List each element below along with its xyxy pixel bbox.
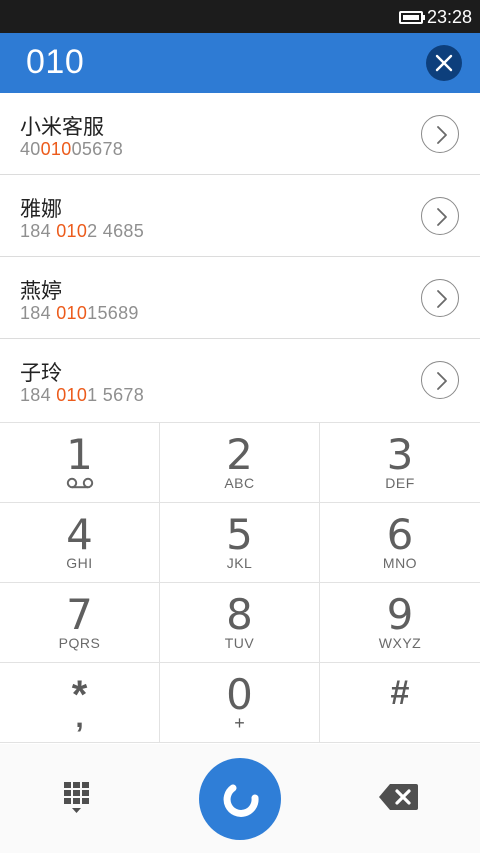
key-letters: + xyxy=(234,713,245,733)
number-match-highlight: 010 xyxy=(56,385,88,405)
call-button[interactable] xyxy=(199,758,281,840)
key-digit: 1 xyxy=(66,430,93,479)
number-suffix: 2 4685 xyxy=(87,221,145,241)
key-letters: , xyxy=(75,701,84,734)
key-digit: 0 xyxy=(226,670,253,719)
contact-number: 184 0102 4685 xyxy=(20,221,144,242)
number-prefix: 40 xyxy=(20,139,41,159)
phone-icon xyxy=(223,784,259,817)
chevron-right-icon xyxy=(437,372,447,390)
number-prefix: 184 xyxy=(20,385,57,405)
key-9[interactable]: 9 WXYZ xyxy=(320,583,480,663)
number-suffix: 05678 xyxy=(71,139,124,159)
status-bar-right: 23:28 xyxy=(398,6,472,28)
number-prefix: 184 xyxy=(20,303,57,323)
number-suffix: 15689 xyxy=(87,303,139,323)
battery-icon xyxy=(398,10,425,24)
contact-row[interactable]: 燕婷 184 01015689 xyxy=(0,257,480,339)
key-digit: 4 xyxy=(66,510,93,559)
dialer-header: 010 xyxy=(0,33,480,93)
dialed-number[interactable]: 010 xyxy=(26,43,84,82)
key-letters: PQRS xyxy=(58,635,101,651)
key-star[interactable]: * , xyxy=(0,663,160,743)
key-2[interactable]: 2 ABC xyxy=(160,423,320,503)
status-time: 23:28 xyxy=(426,6,472,27)
key-letters: TUV xyxy=(224,635,255,651)
contact-name: 子玲 xyxy=(20,361,62,385)
clear-button[interactable] xyxy=(426,45,462,81)
key-digit: 2 xyxy=(226,430,253,479)
status-bar: 23:28 xyxy=(0,0,480,33)
contact-name: 雅娜 xyxy=(20,197,62,221)
key-7[interactable]: 7 PQRS xyxy=(0,583,160,663)
contact-detail-button[interactable] xyxy=(421,197,459,235)
key-digit: 6 xyxy=(386,510,414,559)
key-letters: ABC xyxy=(224,475,255,491)
chevron-right-icon xyxy=(437,290,447,308)
delete-button[interactable] xyxy=(378,782,420,812)
contact-number: 184 0101 5678 xyxy=(20,385,144,406)
dialer-action-bar xyxy=(0,744,480,853)
contact-detail-button[interactable] xyxy=(421,279,459,317)
key-6[interactable]: 6 MNO xyxy=(320,503,480,583)
key-0[interactable]: 0 + xyxy=(160,663,320,743)
key-letters: MNO xyxy=(382,555,418,571)
dial-keypad: 1 2 ABC 3 DEF 4 GHI 5 JKL 6 MNO 7 PQRS 8… xyxy=(0,422,480,744)
dialpad-toggle-button[interactable] xyxy=(62,782,96,816)
key-digit: 7 xyxy=(66,590,93,639)
contact-detail-button[interactable] xyxy=(421,361,459,399)
key-digit: 3 xyxy=(386,430,414,479)
key-digit: 5 xyxy=(226,510,253,559)
contact-name: 燕婷 xyxy=(20,279,62,303)
number-suffix: 1 5678 xyxy=(87,385,145,405)
contact-row[interactable]: 雅娜 184 0102 4685 xyxy=(0,175,480,257)
key-letters: JKL xyxy=(226,555,253,571)
key-5[interactable]: 5 JKL xyxy=(160,503,320,583)
dialpad-icon xyxy=(64,782,89,813)
key-1[interactable]: 1 xyxy=(0,423,160,503)
contact-detail-button[interactable] xyxy=(421,115,459,153)
contact-results-list: 小米客服 4001005678 雅娜 184 0102 4685 燕婷 184 … xyxy=(0,93,480,422)
contact-row[interactable]: 子玲 184 0101 5678 xyxy=(0,339,480,422)
key-digit: 9 xyxy=(386,590,414,639)
number-match-highlight: 010 xyxy=(56,303,88,323)
contact-number: 4001005678 xyxy=(20,139,123,160)
key-letters: GHI xyxy=(66,555,93,571)
voicemail-icon xyxy=(66,477,94,489)
key-8[interactable]: 8 TUV xyxy=(160,583,320,663)
key-hash[interactable]: # xyxy=(320,663,480,743)
key-letters: WXYZ xyxy=(378,635,422,651)
number-prefix: 184 xyxy=(20,221,57,241)
key-3[interactable]: 3 DEF xyxy=(320,423,480,503)
contact-name: 小米客服 xyxy=(20,115,104,139)
close-icon xyxy=(435,54,453,72)
chevron-right-icon xyxy=(437,126,447,144)
backspace-icon xyxy=(379,784,418,810)
chevron-right-icon xyxy=(437,208,447,226)
key-digit: 8 xyxy=(226,590,253,639)
contact-row[interactable]: 小米客服 4001005678 xyxy=(0,93,480,175)
number-match-highlight: 010 xyxy=(56,221,88,241)
key-4[interactable]: 4 GHI xyxy=(0,503,160,583)
key-letters: DEF xyxy=(385,475,415,491)
contact-number: 184 01015689 xyxy=(20,303,139,324)
key-digit: # xyxy=(390,674,410,712)
number-match-highlight: 010 xyxy=(40,139,72,159)
